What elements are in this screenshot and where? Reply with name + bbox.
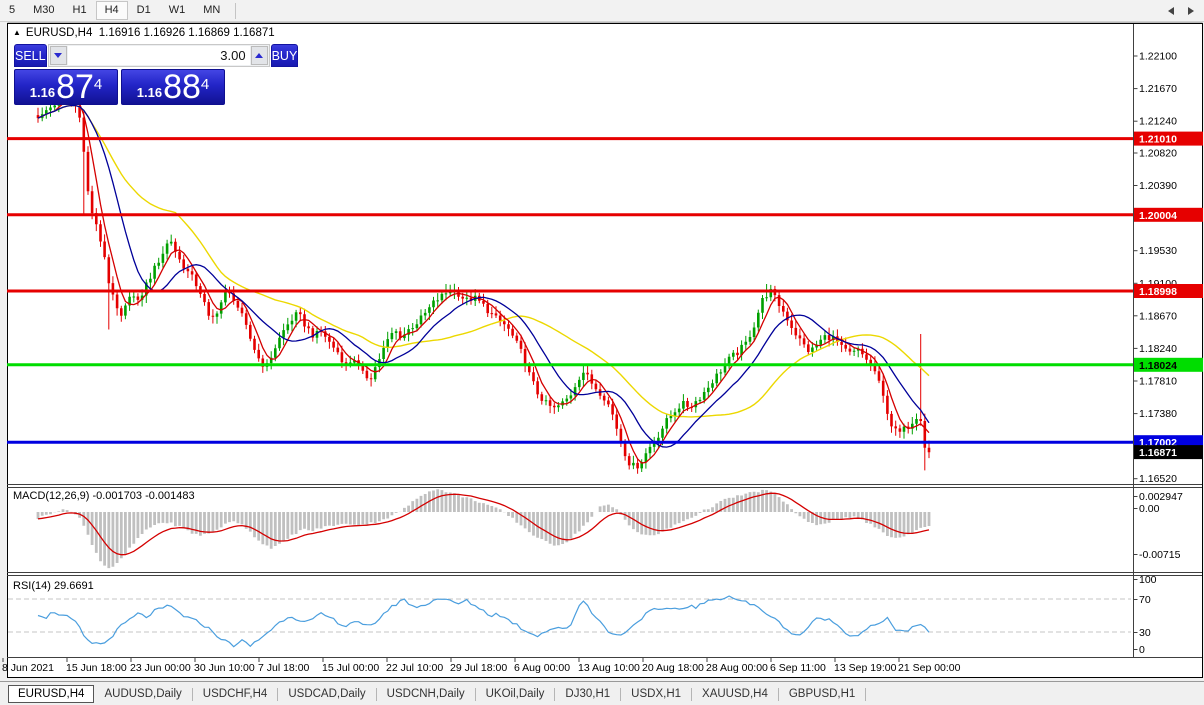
- collapse-panel-icon[interactable]: ▲: [13, 28, 21, 37]
- volume-increase-button[interactable]: [251, 46, 268, 65]
- svg-text:1.18670: 1.18670: [1139, 310, 1177, 322]
- svg-text:-0.00715: -0.00715: [1139, 549, 1181, 561]
- chart-ohlc: 1.16916 1.16926 1.16869 1.16871: [99, 27, 275, 39]
- up-triangle-icon: [255, 53, 263, 58]
- sell-price-big: 87: [56, 71, 94, 104]
- timeframe-button-H1[interactable]: H1: [64, 1, 96, 20]
- buy-price-big: 88: [163, 71, 201, 104]
- svg-text:1.18998: 1.18998: [1139, 286, 1177, 298]
- svg-text:29 Jul 18:00: 29 Jul 18:00: [450, 662, 507, 674]
- chart-title: ▲ EURUSD,H4 1.16916 1.16926 1.16869 1.168…: [13, 27, 275, 39]
- svg-text:6 Aug 00:00: 6 Aug 00:00: [514, 662, 570, 674]
- svg-text:1.18240: 1.18240: [1139, 343, 1177, 355]
- svg-text:22 Jul 10:00: 22 Jul 10:00: [386, 662, 443, 674]
- timeframe-button-D1[interactable]: D1: [128, 1, 160, 20]
- tab-divider: [865, 688, 866, 701]
- sell-button[interactable]: SELL: [14, 44, 47, 67]
- svg-text:28 Aug 00:00: 28 Aug 00:00: [706, 662, 768, 674]
- volume-spinner: [48, 44, 270, 67]
- timeframe-toolbar: 5M30H1H4D1W1MN: [0, 0, 1204, 22]
- svg-text:1.18024: 1.18024: [1139, 360, 1177, 372]
- chart-window-frame: [8, 24, 1203, 678]
- chart-tab-GBPUSD-H1[interactable]: GBPUSD,H1: [779, 685, 865, 703]
- svg-text:1.20390: 1.20390: [1139, 180, 1177, 192]
- svg-text:20 Aug 18:00: 20 Aug 18:00: [642, 662, 704, 674]
- timeframe-button-MN[interactable]: MN: [194, 1, 229, 20]
- one-click-trading-widget: SELL BUY 1.16 87 4 1.16 88 4: [14, 44, 227, 105]
- svg-text:1.19530: 1.19530: [1139, 245, 1177, 257]
- svg-text:1.17380: 1.17380: [1139, 408, 1177, 420]
- svg-text:0.002947: 0.002947: [1139, 491, 1183, 503]
- svg-text:8 Jun 2021: 8 Jun 2021: [2, 662, 54, 674]
- svg-text:7 Jul 18:00: 7 Jul 18:00: [258, 662, 310, 674]
- chart-tab-USDX-H1[interactable]: USDX,H1: [621, 685, 691, 703]
- timeframe-button-W1[interactable]: W1: [160, 1, 195, 20]
- chart-tab-DJ30-H1[interactable]: DJ30,H1: [555, 685, 620, 703]
- scroll-tabs-right-icon[interactable]: [1188, 7, 1194, 15]
- chart-tab-USDCHF-H4[interactable]: USDCHF,H4: [193, 685, 278, 703]
- svg-text:1.21670: 1.21670: [1139, 83, 1177, 95]
- down-triangle-icon: [54, 53, 62, 58]
- sell-price-small: 1.16: [30, 82, 55, 104]
- volume-decrease-button[interactable]: [50, 46, 67, 65]
- svg-text:23 Jun 00:00: 23 Jun 00:00: [130, 662, 191, 674]
- svg-text:15 Jul 00:00: 15 Jul 00:00: [322, 662, 379, 674]
- chart-tab-UKOil-Daily[interactable]: UKOil,Daily: [476, 685, 555, 703]
- timeframe-button-5[interactable]: 5: [0, 1, 24, 20]
- svg-text:1.20004: 1.20004: [1139, 210, 1177, 222]
- svg-text:1.16520: 1.16520: [1139, 473, 1177, 485]
- svg-text:1.21240: 1.21240: [1139, 116, 1177, 128]
- svg-text:0.00: 0.00: [1139, 503, 1160, 515]
- timeframe-button-H4[interactable]: H4: [96, 1, 128, 20]
- svg-text:100: 100: [1139, 574, 1157, 586]
- buy-price-panel[interactable]: 1.16 88 4: [121, 69, 225, 105]
- chart-tab-AUDUSD-Daily[interactable]: AUDUSD,Daily: [94, 685, 191, 703]
- rsi-label: RSI(14) 29.6691: [13, 580, 94, 592]
- svg-text:30: 30: [1139, 627, 1151, 639]
- tab-scroll-arrows: [1168, 7, 1194, 15]
- svg-text:1.16871: 1.16871: [1139, 447, 1177, 459]
- svg-text:1.21010: 1.21010: [1139, 134, 1177, 146]
- svg-text:30 Jun 10:00: 30 Jun 10:00: [194, 662, 255, 674]
- svg-text:1.20820: 1.20820: [1139, 148, 1177, 160]
- buy-price-sup: 4: [201, 70, 209, 100]
- svg-text:13 Sep 19:00: 13 Sep 19:00: [834, 662, 897, 674]
- chart-tab-USDCNH-Daily[interactable]: USDCNH,Daily: [377, 685, 475, 703]
- chart-tab-USDCAD-Daily[interactable]: USDCAD,Daily: [278, 685, 375, 703]
- sell-price-panel[interactable]: 1.16 87 4: [14, 69, 118, 105]
- chart-symbol: EURUSD,H4: [26, 27, 92, 39]
- buy-price-small: 1.16: [137, 82, 162, 104]
- sell-price-sup: 4: [94, 70, 102, 100]
- mt4-window: 1.221001.216701.212401.208201.203901.199…: [0, 0, 1204, 705]
- scroll-tabs-left-icon[interactable]: [1168, 7, 1174, 15]
- chart-tab-EURUSD-H4[interactable]: EURUSD,H4: [8, 685, 94, 703]
- svg-text:21 Sep 00:00: 21 Sep 00:00: [898, 662, 961, 674]
- volume-input[interactable]: [68, 46, 250, 65]
- toolbar-separator: [235, 3, 236, 19]
- svg-text:13 Aug 10:00: 13 Aug 10:00: [578, 662, 640, 674]
- chart-tab-XAUUSD-H4[interactable]: XAUUSD,H4: [692, 685, 778, 703]
- svg-text:1.17810: 1.17810: [1139, 376, 1177, 388]
- macd-label: MACD(12,26,9) -0.001703 -0.001483: [13, 490, 195, 502]
- buy-button[interactable]: BUY: [271, 44, 299, 67]
- svg-text:0: 0: [1139, 644, 1145, 656]
- timeframe-button-M30[interactable]: M30: [24, 1, 63, 20]
- svg-text:1.22100: 1.22100: [1139, 51, 1177, 63]
- svg-text:15 Jun 18:00: 15 Jun 18:00: [66, 662, 127, 674]
- svg-text:70: 70: [1139, 594, 1151, 606]
- chart-tab-bar: EURUSD,H4AUDUSD,DailyUSDCHF,H4USDCAD,Dai…: [0, 681, 1204, 705]
- svg-text:6 Sep 11:00: 6 Sep 11:00: [770, 662, 826, 674]
